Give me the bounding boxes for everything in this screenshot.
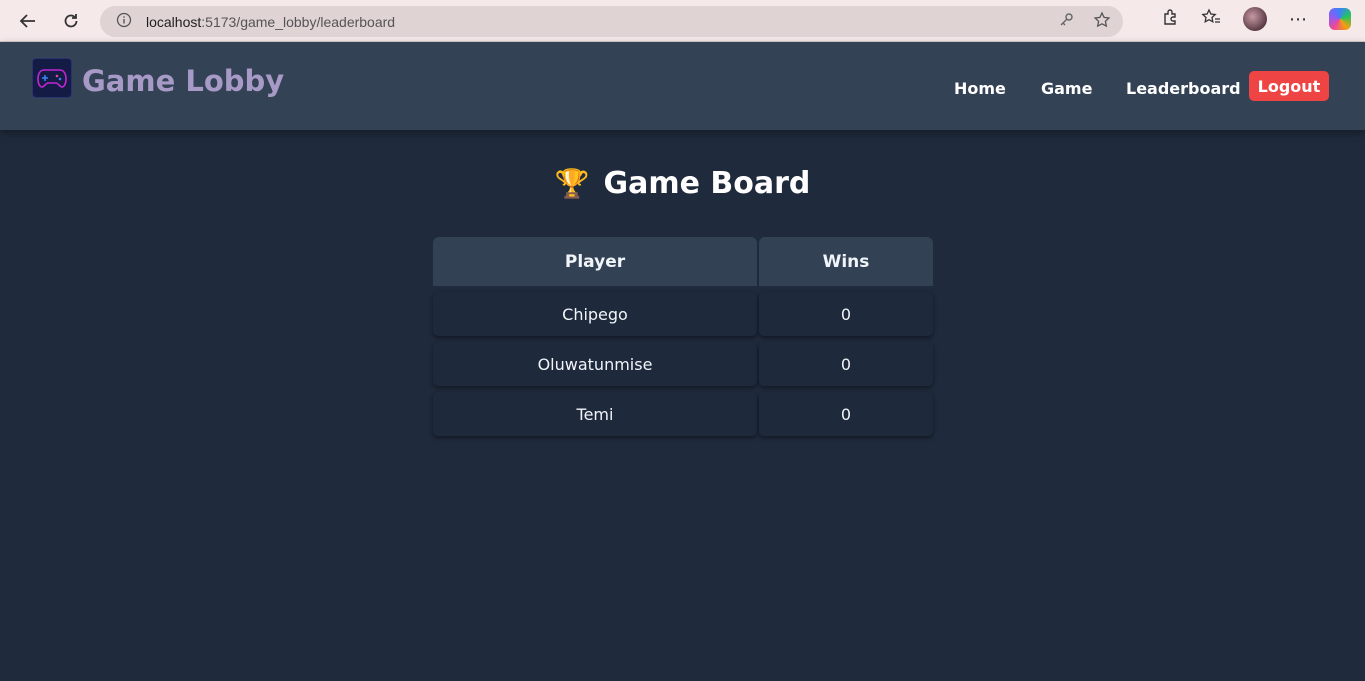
- leaderboard-table: Player Wins Chipego 0 Oluwatunmise 0 Tem…: [433, 237, 933, 442]
- browser-toolbar: localhost:5173/game_lobby/leaderboard ⋯: [0, 0, 1365, 42]
- address-bar[interactable]: localhost:5173/game_lobby/leaderboard: [100, 6, 1123, 37]
- logout-button[interactable]: Logout: [1249, 71, 1329, 101]
- column-header-wins: Wins: [759, 237, 933, 286]
- nav-link-leaderboard[interactable]: Leaderboard: [1126, 79, 1241, 98]
- key-icon[interactable]: [1057, 11, 1075, 32]
- player-name-cell: Oluwatunmise: [433, 342, 757, 386]
- brand-title[interactable]: Game Lobby: [82, 64, 284, 98]
- nav-link-game[interactable]: Game: [1041, 79, 1092, 98]
- page-title-text: Game Board: [603, 166, 811, 201]
- favorite-star-icon[interactable]: [1093, 11, 1111, 32]
- trophy-icon: 🏆: [554, 167, 590, 200]
- table-row: Chipego 0: [433, 292, 933, 336]
- wins-cell: 0: [759, 342, 933, 386]
- copilot-icon[interactable]: [1329, 8, 1351, 30]
- page-title: 🏆 Game Board: [555, 166, 811, 201]
- url-host: localhost: [146, 13, 202, 30]
- player-name-cell: Temi: [433, 392, 757, 436]
- extensions-icon[interactable]: [1161, 8, 1179, 31]
- profile-avatar[interactable]: [1243, 7, 1267, 31]
- url-path: :5173/game_lobby/leaderboard: [201, 13, 396, 30]
- player-name-cell: Chipego: [433, 292, 757, 336]
- favorites-icon[interactable]: [1201, 7, 1221, 31]
- back-icon[interactable]: [14, 7, 42, 35]
- table-row: Oluwatunmise 0: [433, 342, 933, 386]
- table-header-row: Player Wins: [433, 237, 933, 286]
- gamepad-logo-icon[interactable]: [32, 58, 72, 98]
- reload-icon[interactable]: [57, 7, 85, 35]
- nav-link-home[interactable]: Home: [954, 79, 1006, 98]
- page-header: 🏆 Game Board: [0, 166, 1365, 201]
- table-row: Temi 0: [433, 392, 933, 436]
- wins-cell: 0: [759, 292, 933, 336]
- column-header-player: Player: [433, 237, 757, 286]
- app-navbar: Game Lobby Home Game Leaderboard Logout: [0, 42, 1365, 130]
- site-info-icon[interactable]: [116, 12, 132, 31]
- wins-cell: 0: [759, 392, 933, 436]
- more-menu-icon[interactable]: ⋯: [1289, 9, 1307, 30]
